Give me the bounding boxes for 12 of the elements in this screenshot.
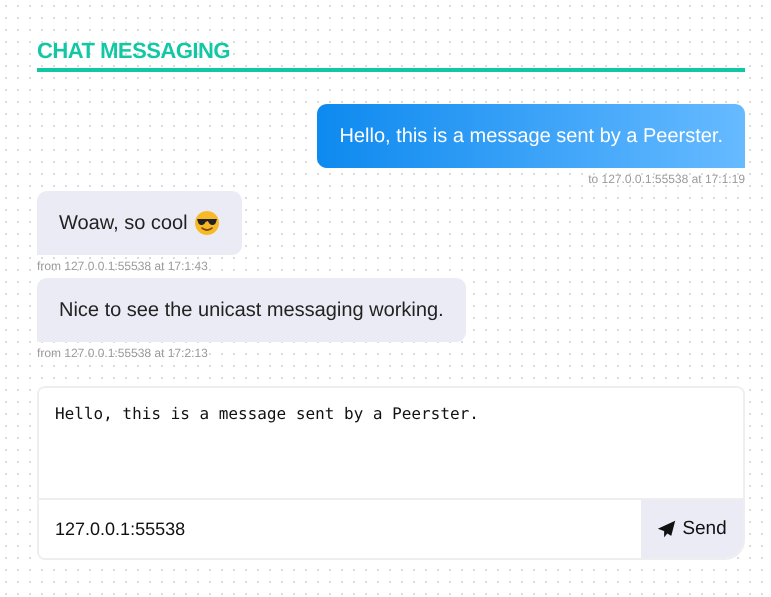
sunglasses-face-icon	[194, 210, 220, 236]
send-button[interactable]: Send	[641, 500, 743, 558]
message-composer[interactable]: Hello, this is a message sent by a Peerster. 127.0.0.1:55538 Send	[37, 386, 745, 560]
message-meta: to 127.0.0.1:55538 at 17:1:19	[588, 172, 745, 186]
message-meta: from 127.0.0.1:55538 at 17:1:43	[37, 259, 208, 273]
message-meta: from 127.0.0.1:55538 at 17:2:13	[37, 346, 208, 360]
message-bubble: Hello, this is a message sent by a Peerster.	[317, 104, 745, 168]
section-title: CHAT MESSAGING	[37, 38, 745, 72]
message-bubble: Nice to see the unicast messaging working.	[37, 278, 466, 342]
message-bubble: Woaw, so cool	[37, 191, 242, 255]
send-icon	[657, 520, 676, 538]
message-input[interactable]: Hello, this is a message sent by a Peerster.	[39, 388, 743, 500]
